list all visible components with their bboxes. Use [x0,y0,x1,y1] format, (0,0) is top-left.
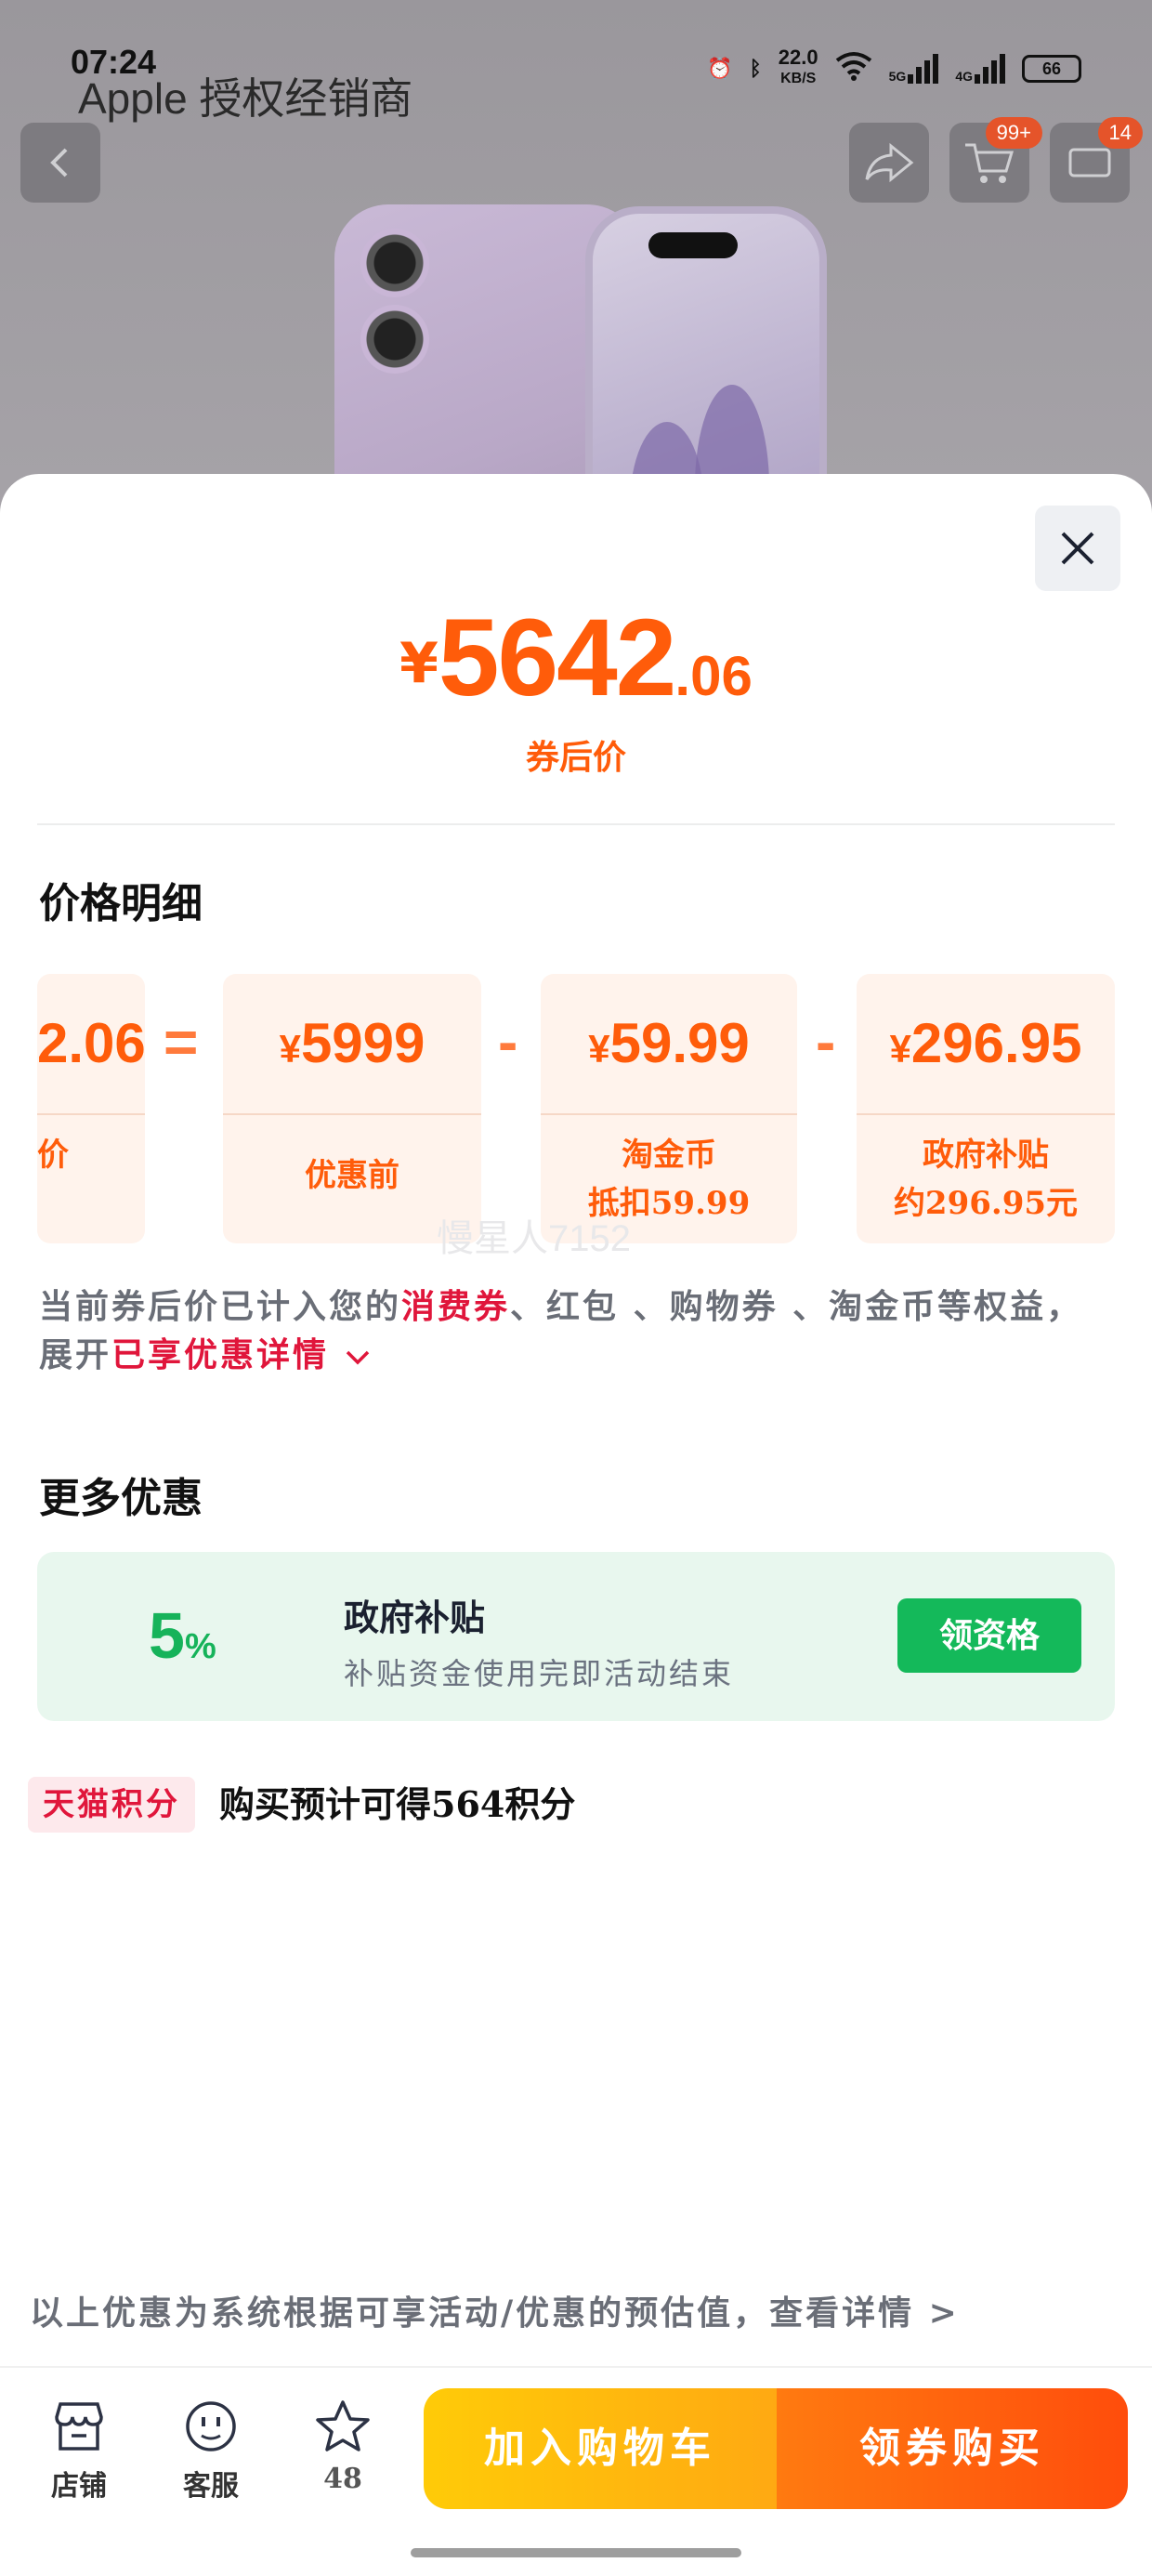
divider [0,2366,1152,2368]
cart-button[interactable]: 99+ [949,117,1042,203]
close-icon [1061,532,1094,565]
points-tag: 天猫积分 [28,1777,195,1833]
claim-qualification-button[interactable]: 领资格 [897,1598,1081,1673]
minus-sign: - [816,1008,836,1075]
product-page-background: 07:24 ⏰ ᛒ 22.0 KB/S 5G 4G 66 Apple 授权经销商 [0,0,1152,520]
dynamic-island [648,232,738,258]
chevron-down-icon [346,1350,369,1365]
price-label: 券后价 [525,738,626,777]
offer-title: 政府补贴 [344,1597,486,1638]
message-badge: 14 [1097,117,1143,149]
share-icon [865,142,914,183]
close-button[interactable] [1035,506,1120,591]
breakdown-result-box: 2.06 价 [37,974,145,1243]
breakdown-item-original: ¥5999 优惠前 [223,974,481,1243]
customer-service-icon [186,2401,236,2451]
network-speed: 22.0 KB/S [778,46,818,87]
points-text: 购买预计可得564积分 [219,1783,576,1825]
more-button[interactable]: 14 [1050,117,1143,203]
add-to-cart-button[interactable]: 加入购物车 [424,2388,777,2509]
discount-details-toggle[interactable]: 已享优惠详情 [111,1335,372,1374]
breakdown-item-coins: ¥59.99 淘金币 抵扣59.99 [541,974,797,1243]
price-decimal: .06 [674,645,753,707]
star-icon [316,2400,370,2451]
watermark: 慢星人7152 [437,1218,631,1259]
chevron-left-icon [50,148,68,177]
favorites-count: 48 [323,2463,362,2495]
signal-5g: 5G [889,53,939,84]
more-offers-title: 更多优惠 [39,1475,203,1522]
alarm-icon: ⏰ [707,56,733,80]
store-title: Apple 授权经销商 [78,74,413,123]
price-integer: 5642 [438,597,677,719]
customer-service-button[interactable]: 客服 [160,2394,262,2504]
divider [37,823,1115,825]
breakdown-title: 价格明细 [39,880,203,927]
home-indicator [411,2548,741,2557]
camera-lens [360,229,429,297]
subsidy-offer-card: 5% 政府补贴 补贴资金使用完即活动结束 领资格 [37,1552,1115,1721]
store-button[interactable]: 店铺 [28,2394,130,2504]
store-icon [55,2402,103,2451]
status-icons: ⏰ ᛒ 22.0 KB/S 5G 4G 66 [707,46,1081,88]
back-button[interactable] [20,123,100,203]
breakdown-item-subsidy: ¥296.95 政府补贴 约296.95元 [857,974,1115,1243]
minus-sign: - [498,1008,518,1075]
price-detail-sheet: ¥5642.06 券后价 价格明细 2.06 价 = ¥5999 优惠前 - ¥… [0,474,1152,2576]
message-icon [1068,148,1111,177]
discount-note: 当前券后价已计入您的消费券、红包 、购物券 、淘金币等权益， 展开已享优惠详情 [39,1287,1083,1374]
signal-4g: 4G [955,53,1005,84]
offer-percent: 5% [149,1599,216,1672]
currency-symbol: ¥ [399,631,439,696]
wifi-icon [835,51,872,86]
consumer-coupon-link[interactable]: 消费券 [401,1287,510,1326]
final-price: ¥5642.06 [0,595,1152,721]
status-bar: 07:24 ⏰ ᛒ 22.0 KB/S 5G 4G 66 [0,0,1152,86]
offer-description: 补贴资金使用完即活动结束 [344,1656,735,1691]
favorite-button[interactable]: 48 [292,2394,394,2495]
battery-indicator: 66 [1022,54,1081,83]
share-button[interactable] [849,123,929,203]
view-details-link[interactable]: 以上优惠为系统根据可享活动/优惠的预估值，查看详情 > [30,2286,960,2334]
camera-lens [360,305,429,374]
bluetooth-icon: ᛒ [749,56,762,80]
buy-with-coupon-button[interactable]: 领券购买 [777,2388,1128,2509]
cart-badge: 99+ [985,117,1042,149]
equals-sign: = [164,1008,199,1075]
